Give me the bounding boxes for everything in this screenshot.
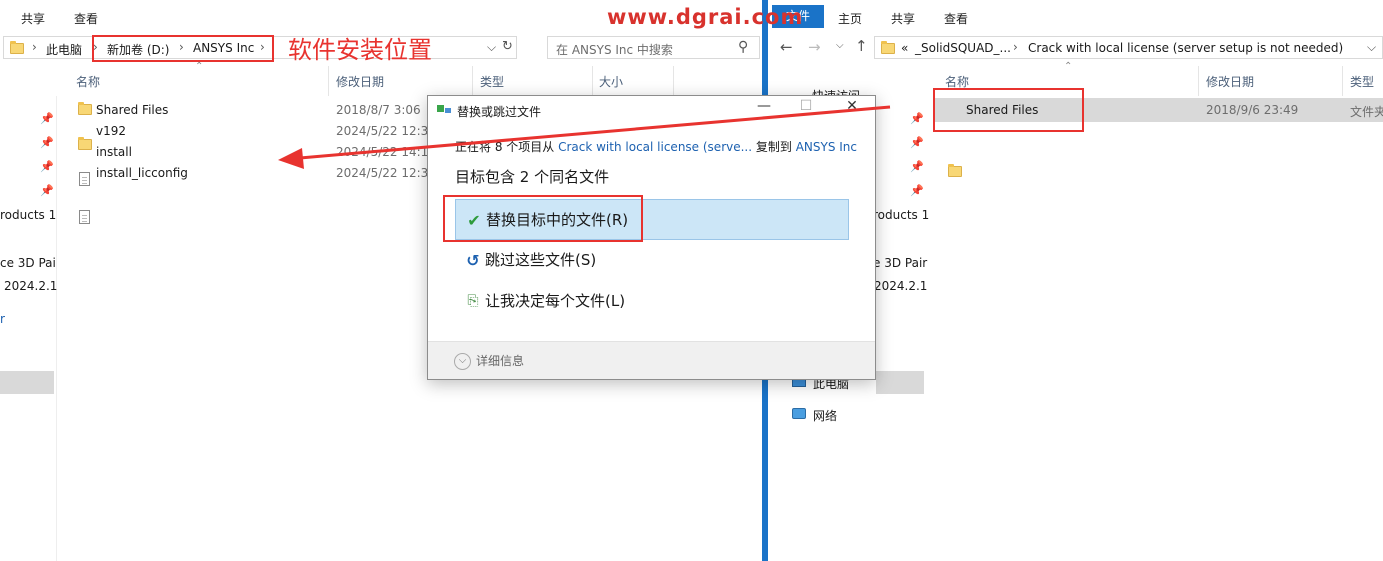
annotation-arrow <box>278 105 891 169</box>
screenshot-root: 共享 查看 › 此电脑 › 新加卷 (D:) › ANSYS Inc › ⌵ ↻… <box>0 0 1383 561</box>
arrow-head <box>278 148 304 169</box>
arrow-line <box>299 105 891 160</box>
